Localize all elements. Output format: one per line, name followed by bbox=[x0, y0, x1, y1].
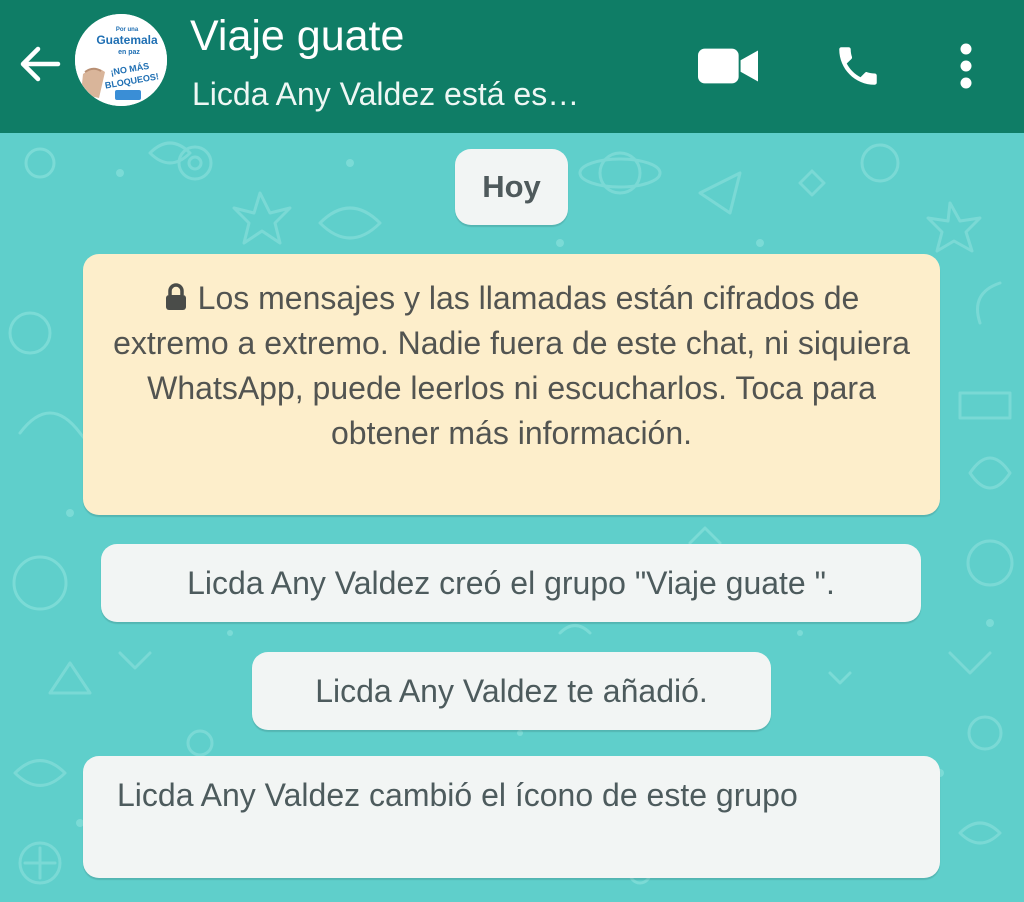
chat-subtitle[interactable]: Licda Any Valdez está es… bbox=[192, 74, 672, 114]
system-message-added: Licda Any Valdez te añadió. bbox=[252, 652, 771, 730]
whatsapp-chat-screen: Por una Guatemala en paz ¡NO MÁS BLOQUEO… bbox=[0, 0, 1024, 902]
system-message-group-created: Licda Any Valdez creó el grupo "Viaje gu… bbox=[101, 544, 921, 622]
system-message-icon-changed: Licda Any Valdez cambió el ícono de este… bbox=[83, 756, 940, 878]
more-options-button[interactable] bbox=[936, 36, 996, 96]
back-button[interactable] bbox=[14, 38, 66, 90]
date-chip: Hoy bbox=[455, 149, 568, 225]
encryption-notice-text: Los mensajes y las llamadas están cifrad… bbox=[113, 280, 910, 451]
phone-icon bbox=[839, 47, 877, 85]
lock-icon bbox=[165, 283, 186, 310]
video-call-button[interactable] bbox=[698, 36, 758, 96]
group-avatar-image: Por una Guatemala en paz ¡NO MÁS BLOQUEO… bbox=[75, 14, 167, 106]
group-avatar[interactable]: Por una Guatemala en paz ¡NO MÁS BLOQUEO… bbox=[75, 14, 167, 106]
chat-title[interactable]: Viaje guate bbox=[190, 10, 404, 62]
chat-header: Por una Guatemala en paz ¡NO MÁS BLOQUEO… bbox=[0, 0, 1024, 133]
video-camera-icon bbox=[698, 48, 758, 84]
voice-call-button[interactable] bbox=[828, 36, 888, 96]
chat-area[interactable]: Hoy Los mensajes y las llamadas están ci… bbox=[0, 133, 1024, 902]
arrow-left-icon bbox=[20, 46, 61, 82]
encryption-notice[interactable]: Los mensajes y las llamadas están cifrad… bbox=[83, 254, 940, 515]
more-vertical-icon bbox=[960, 43, 972, 89]
avatar-text-2: Guatemala bbox=[96, 33, 158, 47]
avatar-text-3: en paz bbox=[118, 49, 140, 56]
